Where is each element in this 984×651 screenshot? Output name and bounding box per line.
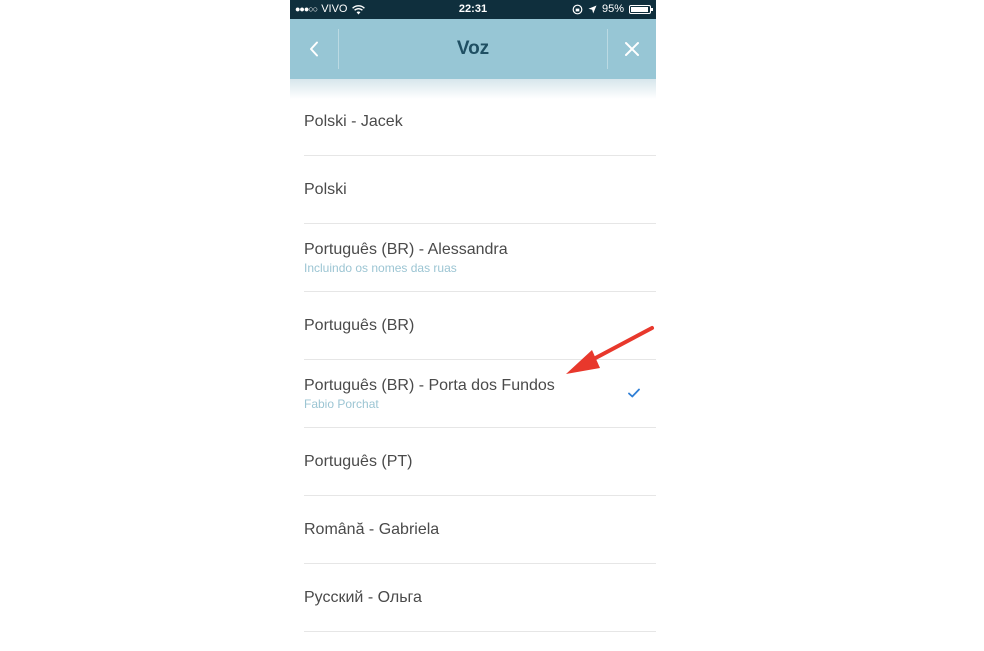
status-right: 95%	[567, 0, 653, 19]
location-arrow-icon	[588, 5, 597, 14]
voice-subtitle: Incluindo os nomes das ruas	[304, 260, 457, 275]
voice-title: Polski - Jacek	[304, 112, 403, 130]
voice-subtitle: Fabio Porchat	[304, 396, 379, 411]
back-button[interactable]	[290, 29, 339, 69]
battery-icon	[629, 5, 653, 14]
voice-item-portugues-pt[interactable]: Português (PT)	[304, 428, 656, 496]
chevron-left-icon	[310, 41, 318, 57]
battery-fill	[631, 7, 648, 12]
voice-title: Português (BR) - Alessandra	[304, 240, 508, 258]
close-button[interactable]	[607, 29, 656, 69]
close-icon	[625, 42, 639, 56]
annotation-arrow-icon	[566, 326, 654, 374]
voice-title: Português (PT)	[304, 452, 413, 470]
voice-item-russkiy-olga[interactable]: Русский - Ольга	[304, 564, 656, 632]
navigation-bar: Voz	[290, 19, 656, 79]
battery-percent: 95%	[601, 3, 624, 15]
voice-title: Русский - Ольга	[304, 588, 422, 606]
rotation-lock-icon	[572, 4, 583, 15]
voice-item-portugues-br-alessandra[interactable]: Português (BR) - Alessandra Incluindo os…	[304, 224, 656, 292]
voice-item-polski[interactable]: Polski	[304, 156, 656, 224]
voice-title: Română - Gabriela	[304, 520, 440, 538]
voice-title: Polski	[304, 180, 347, 198]
checkmark-icon	[628, 388, 640, 398]
voice-item-polski-jacek[interactable]: Polski - Jacek	[304, 88, 656, 156]
page-title: Voz	[456, 38, 490, 59]
voice-item-romana-gabriela[interactable]: Română - Gabriela	[304, 496, 656, 564]
status-bar: ●●●○○ VIVO 22:31 95%	[290, 0, 656, 19]
